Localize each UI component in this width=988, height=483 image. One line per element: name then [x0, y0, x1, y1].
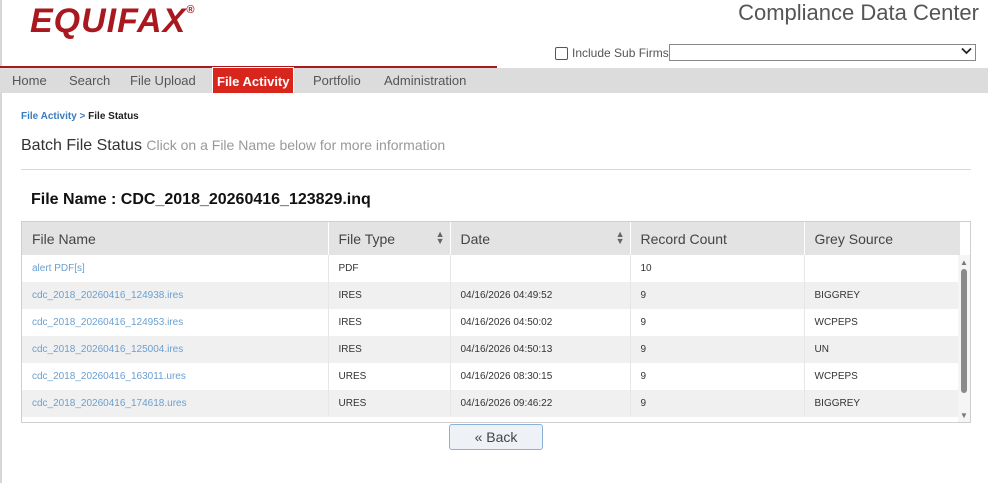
file-name-link[interactable]: cdc_2018_20260416_163011.ures	[32, 371, 186, 382]
breadcrumb: File Activity > File Status	[21, 111, 139, 122]
file-name-heading: File Name : CDC_2018_20260416_123829.inq	[31, 191, 371, 208]
page-title-text: Batch File Status	[21, 137, 142, 154]
scroll-up-arrow-icon[interactable]: ▲	[960, 258, 968, 267]
nav-item-home[interactable]: Home	[12, 68, 47, 93]
column-header-file-type[interactable]: File Type ▲ ▼	[328, 222, 451, 255]
back-button[interactable]: « Back	[449, 424, 543, 450]
file-name-link[interactable]: cdc_2018_20260416_125004.ires	[32, 344, 183, 355]
nav-item-administration[interactable]: Administration	[384, 68, 466, 93]
date-cell: 04/16/2026 04:49:52	[450, 282, 631, 309]
date-cell: 04/16/2026 09:46:22	[450, 390, 631, 417]
file-name-link[interactable]: cdc_2018_20260416_124953.ires	[32, 317, 183, 328]
file-type-cell: IRES	[328, 282, 451, 309]
file-type-cell: IRES	[328, 336, 451, 363]
table-header-row: File Name File Type ▲ ▼ Date ▲ ▼ Record Co…	[22, 222, 961, 255]
record-count-cell: 9	[630, 390, 805, 417]
table-row: cdc_2018_20260416_124938.ires IRES 04/16…	[22, 282, 961, 309]
file-type-cell: URES	[328, 363, 451, 390]
record-count-cell: 10	[630, 255, 805, 282]
file-type-cell: PDF	[328, 255, 451, 282]
scrollbar-thumb[interactable]	[961, 269, 967, 393]
firm-select[interactable]	[669, 44, 976, 61]
record-count-cell: 9	[630, 363, 805, 390]
file-name-link[interactable]: cdc_2018_20260416_124938.ires	[32, 290, 183, 301]
record-count-cell: 9	[630, 309, 805, 336]
table-row: alert PDF[s] PDF 10	[22, 255, 961, 282]
logo-text: EQUIFAX	[30, 2, 187, 40]
scroll-down-arrow-icon[interactable]: ▼	[960, 411, 968, 420]
page-title: Batch File Status Click on a File Name b…	[21, 137, 445, 155]
column-header-grey-source: Grey Source	[804, 222, 961, 255]
file-type-cell: URES	[328, 390, 451, 417]
sort-icon[interactable]: ▲ ▼	[616, 230, 625, 246]
grey-source-cell: WCPEPS	[804, 363, 961, 390]
main-nav: Home Search File Upload File Activity Po…	[0, 67, 988, 94]
table-row: cdc_2018_20260416_163011.ures URES 04/16…	[22, 363, 961, 390]
table-row: cdc_2018_20260416_174618.ures URES 04/16…	[22, 390, 961, 417]
file-type-cell: IRES	[328, 309, 451, 336]
equifax-logo: EQUIFAX®	[30, 2, 195, 41]
table-row: cdc_2018_20260416_124953.ires IRES 04/16…	[22, 309, 961, 336]
include-sub-firms-checkbox[interactable]	[555, 46, 568, 60]
column-header-file-name: File Name	[22, 222, 329, 255]
grey-source-cell: WCPEPS	[804, 309, 961, 336]
breadcrumb-current: File Status	[88, 111, 139, 122]
date-cell: 04/16/2026 04:50:02	[450, 309, 631, 336]
section-divider	[21, 169, 971, 170]
date-cell	[450, 255, 631, 282]
grey-source-cell	[804, 255, 961, 282]
table-scrollbar[interactable]: ▲ ▼	[958, 255, 970, 422]
date-cell: 04/16/2026 04:50:13	[450, 336, 631, 363]
record-count-cell: 9	[630, 336, 805, 363]
file-name-link[interactable]: alert PDF[s]	[32, 263, 85, 274]
sort-icon[interactable]: ▲ ▼	[436, 230, 445, 246]
nav-item-portfolio[interactable]: Portfolio	[313, 68, 361, 93]
file-status-table: File Name File Type ▲ ▼ Date ▲ ▼ Record Co…	[21, 221, 971, 423]
logo-registered-mark: ®	[186, 4, 196, 16]
nav-item-file-activity[interactable]: File Activity	[212, 67, 295, 94]
page-title-hint: Click on a File Name below for more info…	[146, 137, 446, 153]
grey-source-cell: BIGGREY	[804, 282, 961, 309]
grey-source-cell: BIGGREY	[804, 390, 961, 417]
column-header-date[interactable]: Date ▲ ▼	[450, 222, 631, 255]
breadcrumb-separator: >	[79, 111, 86, 122]
breadcrumb-file-activity-link[interactable]: File Activity	[21, 111, 77, 122]
include-sub-firms[interactable]: Include Sub Firms	[555, 44, 669, 62]
column-header-record-count: Record Count	[630, 222, 805, 255]
chevron-down-icon	[961, 45, 972, 61]
record-count-cell: 9	[630, 282, 805, 309]
app-title: Compliance Data Center	[738, 0, 979, 25]
nav-item-search[interactable]: Search	[69, 68, 110, 93]
nav-item-file-upload[interactable]: File Upload	[130, 68, 196, 93]
file-name-link[interactable]: cdc_2018_20260416_174618.ures	[32, 398, 187, 409]
table-row: cdc_2018_20260416_125004.ires IRES 04/16…	[22, 336, 961, 363]
include-sub-firms-label: Include Sub Firms	[572, 46, 669, 60]
grey-source-cell: UN	[804, 336, 961, 363]
date-cell: 04/16/2026 08:30:15	[450, 363, 631, 390]
